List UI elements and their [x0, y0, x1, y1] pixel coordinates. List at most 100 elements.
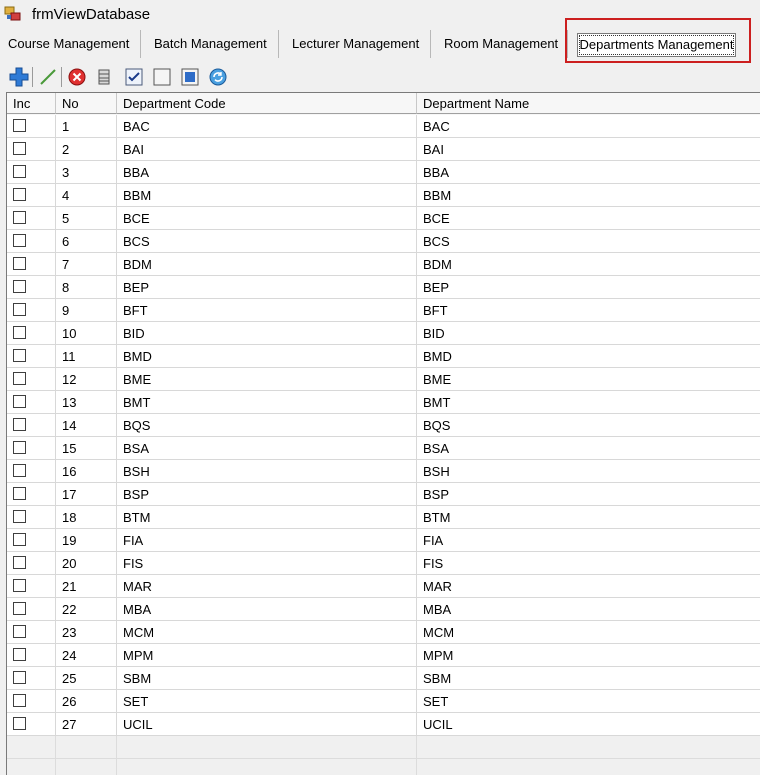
table-row[interactable]: 20 FIS FIS: [7, 552, 760, 575]
department-name-cell[interactable]: BBA: [417, 161, 760, 184]
uncheck-all-button[interactable]: [151, 66, 173, 88]
department-code-cell[interactable]: BMD: [117, 345, 417, 368]
tab-room-management[interactable]: Room Management: [440, 32, 562, 56]
include-checkbox[interactable]: [13, 372, 26, 385]
include-checkbox[interactable]: [13, 671, 26, 684]
delete-button[interactable]: [66, 66, 88, 88]
department-code-cell[interactable]: SBM: [117, 667, 417, 690]
department-name-cell[interactable]: BSP: [417, 483, 760, 506]
department-name-cell[interactable]: BMT: [417, 391, 760, 414]
department-name-cell[interactable]: BAC: [417, 115, 760, 138]
department-code-cell[interactable]: MBA: [117, 598, 417, 621]
department-name-cell[interactable]: BDM: [417, 253, 760, 276]
table-row[interactable]: 7 BDM BDM: [7, 253, 760, 276]
table-row[interactable]: 9 BFT BFT: [7, 299, 760, 322]
department-name-cell[interactable]: FIA: [417, 529, 760, 552]
table-row[interactable]: 25 SBM SBM: [7, 667, 760, 690]
table-row[interactable]: 26 SET SET: [7, 690, 760, 713]
department-code-cell[interactable]: BSP: [117, 483, 417, 506]
tab-lecturer-management[interactable]: Lecturer Management: [288, 32, 423, 56]
include-checkbox[interactable]: [13, 257, 26, 270]
department-name-cell[interactable]: BBM: [417, 184, 760, 207]
department-name-cell[interactable]: UCIL: [417, 713, 760, 736]
include-checkbox[interactable]: [13, 349, 26, 362]
table-row[interactable]: 18 BTM BTM: [7, 506, 760, 529]
table-row[interactable]: 14 BQS BQS: [7, 414, 760, 437]
table-row[interactable]: 24 MPM MPM: [7, 644, 760, 667]
table-row[interactable]: 27 UCIL UCIL: [7, 713, 760, 736]
department-code-cell[interactable]: BSA: [117, 437, 417, 460]
department-code-cell[interactable]: BEP: [117, 276, 417, 299]
department-code-cell[interactable]: MAR: [117, 575, 417, 598]
department-name-cell[interactable]: BAI: [417, 138, 760, 161]
include-checkbox[interactable]: [13, 487, 26, 500]
department-name-cell[interactable]: MCM: [417, 621, 760, 644]
tab-batch-management[interactable]: Batch Management: [150, 32, 271, 56]
department-code-cell[interactable]: UCIL: [117, 713, 417, 736]
department-code-cell[interactable]: MPM: [117, 644, 417, 667]
department-code-cell[interactable]: BBM: [117, 184, 417, 207]
include-checkbox[interactable]: [13, 395, 26, 408]
department-name-cell[interactable]: BCE: [417, 207, 760, 230]
department-code-cell[interactable]: BMT: [117, 391, 417, 414]
department-name-cell[interactable]: BCS: [417, 230, 760, 253]
include-checkbox[interactable]: [13, 418, 26, 431]
column-header-department-name[interactable]: Department Name: [417, 93, 760, 114]
include-checkbox[interactable]: [13, 142, 26, 155]
table-row[interactable]: 4 BBM BBM: [7, 184, 760, 207]
department-code-cell[interactable]: BDM: [117, 253, 417, 276]
include-checkbox[interactable]: [13, 188, 26, 201]
include-checkbox[interactable]: [13, 625, 26, 638]
include-checkbox[interactable]: [13, 280, 26, 293]
table-row[interactable]: 19 FIA FIA: [7, 529, 760, 552]
department-name-cell[interactable]: BME: [417, 368, 760, 391]
department-code-cell[interactable]: BFT: [117, 299, 417, 322]
department-name-cell[interactable]: BEP: [417, 276, 760, 299]
table-row[interactable]: 17 BSP BSP: [7, 483, 760, 506]
include-checkbox[interactable]: [13, 556, 26, 569]
department-code-cell[interactable]: BSH: [117, 460, 417, 483]
department-name-cell[interactable]: BID: [417, 322, 760, 345]
table-row[interactable]: 21 MAR MAR: [7, 575, 760, 598]
table-row[interactable]: 5 BCE BCE: [7, 207, 760, 230]
department-code-cell[interactable]: FIS: [117, 552, 417, 575]
include-checkbox[interactable]: [13, 717, 26, 730]
department-name-cell[interactable]: MBA: [417, 598, 760, 621]
check-all-button[interactable]: [123, 66, 145, 88]
table-row[interactable]: 22 MBA MBA: [7, 598, 760, 621]
include-checkbox[interactable]: [13, 441, 26, 454]
add-button[interactable]: [8, 66, 30, 88]
database-button[interactable]: [93, 66, 115, 88]
department-code-cell[interactable]: BAI: [117, 138, 417, 161]
table-row[interactable]: 8 BEP BEP: [7, 276, 760, 299]
department-code-cell[interactable]: BQS: [117, 414, 417, 437]
department-name-cell[interactable]: MPM: [417, 644, 760, 667]
table-row[interactable]: 1 BAC BAC: [7, 115, 760, 138]
department-code-cell[interactable]: BBA: [117, 161, 417, 184]
department-name-cell[interactable]: BSH: [417, 460, 760, 483]
include-checkbox[interactable]: [13, 165, 26, 178]
table-row[interactable]: 13 BMT BMT: [7, 391, 760, 414]
include-checkbox[interactable]: [13, 694, 26, 707]
include-checkbox[interactable]: [13, 326, 26, 339]
department-code-cell[interactable]: MCM: [117, 621, 417, 644]
include-checkbox[interactable]: [13, 648, 26, 661]
department-name-cell[interactable]: BMD: [417, 345, 760, 368]
column-header-no[interactable]: No: [56, 93, 117, 114]
table-row[interactable]: 10 BID BID: [7, 322, 760, 345]
table-row[interactable]: 11 BMD BMD: [7, 345, 760, 368]
department-name-cell[interactable]: BQS: [417, 414, 760, 437]
table-row[interactable]: 16 BSH BSH: [7, 460, 760, 483]
column-header-department-code[interactable]: Department Code: [117, 93, 417, 114]
tab-course-management[interactable]: Course Management: [4, 32, 133, 56]
department-name-cell[interactable]: SBM: [417, 667, 760, 690]
include-checkbox[interactable]: [13, 464, 26, 477]
column-header-inc[interactable]: Inc: [7, 93, 56, 114]
department-code-cell[interactable]: FIA: [117, 529, 417, 552]
department-name-cell[interactable]: BTM: [417, 506, 760, 529]
department-code-cell[interactable]: BAC: [117, 115, 417, 138]
table-row[interactable]: 12 BME BME: [7, 368, 760, 391]
department-name-cell[interactable]: MAR: [417, 575, 760, 598]
department-code-cell[interactable]: SET: [117, 690, 417, 713]
department-name-cell[interactable]: BSA: [417, 437, 760, 460]
